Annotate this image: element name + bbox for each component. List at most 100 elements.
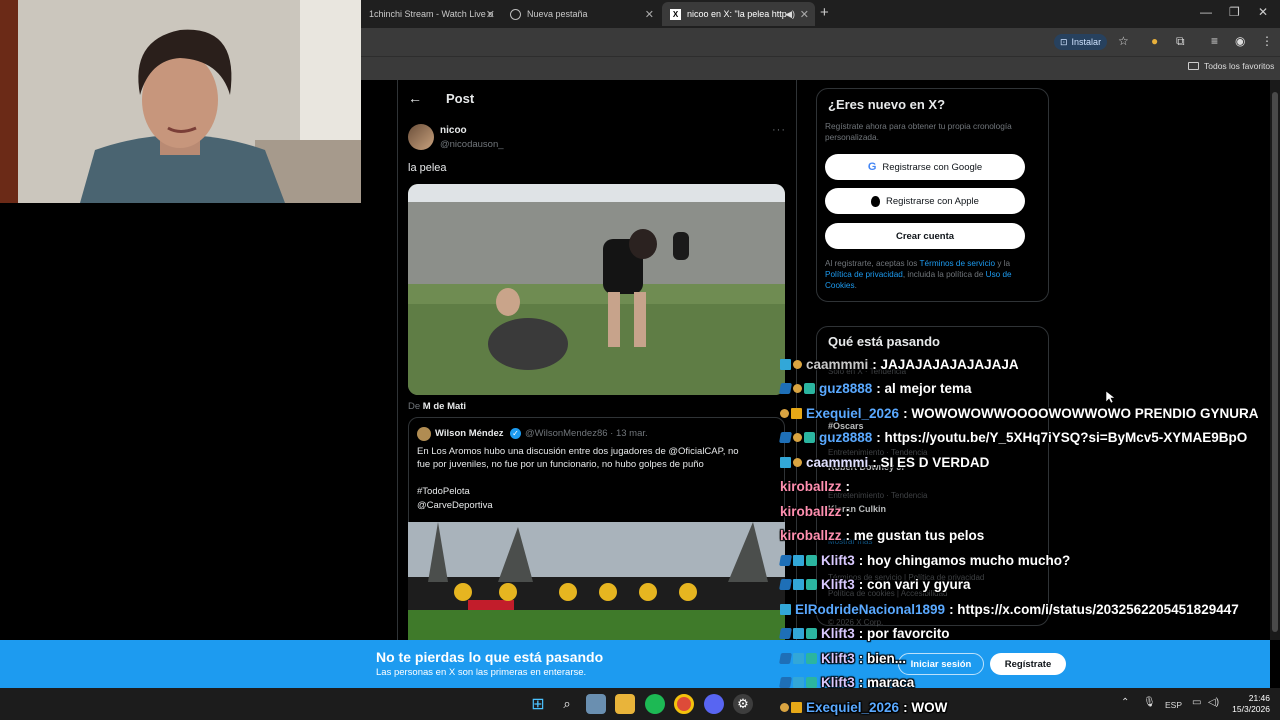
minimize-icon[interactable]: — xyxy=(1200,5,1212,19)
stadium-photo xyxy=(408,522,785,640)
chat-badges xyxy=(780,407,802,419)
chat-badges xyxy=(780,456,802,468)
chat-author[interactable]: ElRodrideNacional1899 xyxy=(795,602,945,617)
chat-author[interactable]: Klift3 xyxy=(821,553,855,568)
folder-icon xyxy=(1188,62,1199,70)
sub-badge-icon xyxy=(806,652,817,664)
speaker-icon[interactable]: ◀) xyxy=(785,9,795,20)
tab-1chinchi-stream[interactable]: 1chinchi Stream - Watch Live o ✕ xyxy=(361,2,501,26)
chat-text: : maraca xyxy=(858,675,915,690)
media-controls-icon[interactable]: ≡ xyxy=(1211,34,1218,48)
chat-author[interactable]: guz8888 xyxy=(819,381,872,396)
discord-icon[interactable] xyxy=(704,694,724,714)
post-text: la pelea xyxy=(408,162,447,174)
chat-author[interactable]: kiroballzz xyxy=(780,504,842,519)
chat-text: : por favorcito xyxy=(858,626,950,641)
extensions-puzzle-icon[interactable]: ⧉ xyxy=(1176,34,1185,49)
chat-author[interactable]: Klift3 xyxy=(821,626,855,641)
quote-mention[interactable]: @CarveDeportiva xyxy=(417,499,779,512)
menu-kebab-icon[interactable]: ⋮ xyxy=(1261,34,1273,48)
apple-logo-icon xyxy=(871,195,881,207)
signup-title: ¿Eres nuevo en X? xyxy=(828,97,946,112)
new-tab-button[interactable]: + xyxy=(820,4,829,21)
prime-badge-icon xyxy=(779,579,792,590)
chat-message: Klift3: hoy chingamos mucho mucho? xyxy=(779,548,1070,572)
chat-author[interactable]: Exequiel_2026 xyxy=(806,406,899,421)
quoted-post-image[interactable] xyxy=(408,522,785,640)
settings-gear-icon[interactable]: ⚙ xyxy=(733,694,753,714)
via-account-link[interactable]: M de Mati xyxy=(423,401,466,412)
chat-badges xyxy=(780,603,791,615)
quote-line: En Los Aromos hubo una discusión entre d… xyxy=(417,446,739,457)
quote-hashtag[interactable]: #TodoPelota xyxy=(417,485,779,498)
signup-apple-button[interactable]: Registrarse con Apple xyxy=(825,188,1025,214)
store-icon[interactable] xyxy=(586,694,606,714)
cube-badge-icon xyxy=(793,652,804,664)
tab-new-tab[interactable]: Nueva pestaña ✕ xyxy=(502,2,660,26)
close-tab-icon[interactable]: ✕ xyxy=(800,8,809,21)
author-avatar[interactable] xyxy=(408,124,434,150)
chat-message: Klift3: bien... xyxy=(779,646,906,670)
back-arrow-icon[interactable]: ← xyxy=(408,90,422,106)
chat-message: Klift3: con vari y gyura xyxy=(779,573,971,597)
close-window-icon[interactable]: ✕ xyxy=(1258,5,1268,19)
close-tab-icon[interactable]: ✕ xyxy=(645,8,654,21)
tab-label: 1chinchi Stream - Watch Live o xyxy=(369,9,493,19)
profile-icon[interactable]: ◉ xyxy=(1235,34,1245,48)
install-icon: ⊡ xyxy=(1060,36,1068,47)
chat-author[interactable]: Klift3 xyxy=(821,675,855,690)
privacy-link[interactable]: Política de privacidad xyxy=(825,270,903,279)
chat-text: : JAJAJAJAJAJAJAJA xyxy=(872,356,1019,372)
chat-author[interactable]: caammmi xyxy=(806,455,868,470)
signup-google-button[interactable]: G Registrarse con Google xyxy=(825,154,1025,180)
search-icon[interactable]: ⌕ xyxy=(557,694,577,714)
post-video[interactable] xyxy=(408,184,785,395)
legal-prefix: Al registrarte, aceptas los xyxy=(825,259,918,268)
banner-subtitle: Las personas en X son las primeras en en… xyxy=(376,667,587,678)
chat-author[interactable]: guz8888 xyxy=(819,430,872,445)
chat-badges xyxy=(780,701,802,713)
terms-link[interactable]: Términos de servicio xyxy=(920,259,996,268)
install-app-button[interactable]: ⊡ Instalar xyxy=(1054,34,1108,50)
more-options-icon[interactable]: ··· xyxy=(772,124,786,136)
bits-badge-icon xyxy=(780,408,789,418)
sub-badge-icon xyxy=(806,579,817,590)
chat-text: : WOWOWOWWOOOOWOWWOWO PRENDIO GYNURA xyxy=(903,405,1259,421)
chat-author[interactable]: Exequiel_2026 xyxy=(806,700,899,715)
chat-author[interactable]: caammmi xyxy=(806,357,868,372)
post-header: ← Post xyxy=(408,90,474,106)
chrome-icon[interactable] xyxy=(674,694,694,714)
chat-text: : xyxy=(845,503,851,519)
chat-author[interactable]: Klift3 xyxy=(821,651,855,666)
chat-badges xyxy=(780,358,802,370)
page-title: Post xyxy=(446,90,475,106)
quoted-author-name[interactable]: Wilson Méndez xyxy=(435,428,504,439)
chat-text: : WOW xyxy=(903,699,948,715)
all-bookmarks-button[interactable]: Todos los favoritos xyxy=(1188,61,1274,71)
chat-author[interactable]: kiroballzz xyxy=(780,479,842,494)
file-explorer-icon[interactable] xyxy=(615,694,635,714)
chat-badges xyxy=(779,554,817,566)
fight-video-frame xyxy=(408,184,785,395)
close-tab-icon[interactable]: ✕ xyxy=(486,8,495,21)
spotify-icon[interactable] xyxy=(645,694,665,714)
quoted-author-avatar[interactable] xyxy=(417,427,431,441)
quoted-handle-date: @WilsonMendez86 · 13 mar. xyxy=(525,428,648,439)
extension-colorful-icon[interactable]: ● xyxy=(1151,34,1158,48)
author-name[interactable]: nicoo xyxy=(440,125,467,136)
create-account-label: Crear cuenta xyxy=(895,230,955,242)
chat-author[interactable]: Klift3 xyxy=(821,577,855,592)
chat-message: guz8888: https://youtu.be/Y_5XHq7iYSQ?si… xyxy=(779,426,1247,450)
tab-x-post[interactable]: X nicoo en X: "la pelea https:/ ◀) ✕ xyxy=(662,2,815,26)
chat-author[interactable]: kiroballzz xyxy=(780,528,842,543)
bookmark-star-icon[interactable]: ☆ xyxy=(1118,34,1129,48)
create-account-button[interactable]: Crear cuenta xyxy=(825,223,1025,249)
bits-badge-icon xyxy=(780,702,789,712)
cube-badge-icon xyxy=(780,456,791,468)
restore-icon[interactable]: ❐ xyxy=(1229,5,1240,19)
prime-badge-icon xyxy=(779,628,792,639)
cube-badge-icon xyxy=(780,358,791,370)
windows-start-icon[interactable]: ⊞ xyxy=(528,694,548,714)
prime-badge-icon xyxy=(779,652,792,664)
author-handle[interactable]: @nicodauson_ xyxy=(440,139,504,150)
